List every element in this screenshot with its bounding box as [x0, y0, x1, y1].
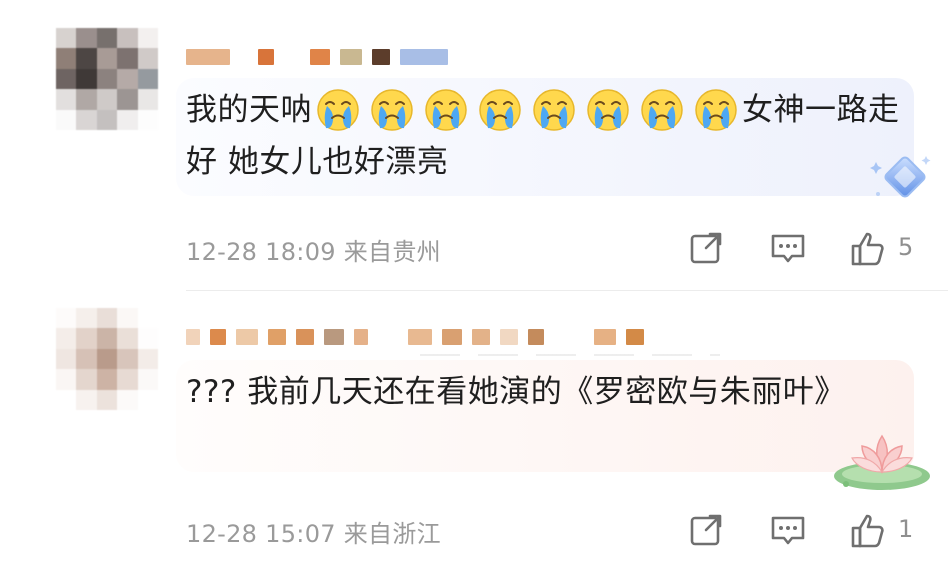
comment-actions: 5 [686, 228, 926, 268]
comment-meta: 12-28 15:07 来自浙江 [186, 520, 441, 548]
username-pixelated[interactable] [186, 328, 644, 346]
comment-icon[interactable] [768, 228, 808, 268]
avatar[interactable] [56, 308, 158, 410]
crying-face-icon [695, 88, 737, 131]
crying-face-icon [587, 88, 629, 131]
crying-face-icon [479, 88, 521, 131]
comment-actions: 1 [686, 510, 926, 550]
avatar[interactable] [56, 28, 158, 130]
comment-text-start: 我的天呐 [186, 92, 312, 128]
crying-face-icon [533, 88, 575, 131]
thumbs-up-icon[interactable] [848, 510, 888, 550]
crying-face-icon [425, 88, 467, 131]
share-icon[interactable] [686, 228, 726, 268]
username-pixelated[interactable] [186, 48, 448, 66]
crying-face-icon [641, 88, 683, 131]
comment-text: 我的天呐 女神一路走好 她女儿也好漂亮 [186, 84, 916, 188]
comment-item-1: 我的天呐 女神一路走好 她女儿也好漂亮 12-28 18:09 来自贵州 5 [0, 0, 948, 290]
crying-face-icon [317, 88, 359, 131]
comment-meta: 12-28 18:09 来自贵州 [186, 238, 441, 266]
comment-item-2: ??? 我前几天还在看她演的《罗密欧与朱丽叶》 12-28 15:07 来自浙江… [0, 290, 948, 576]
like-count: 5 [898, 233, 914, 261]
thumbs-up-icon[interactable] [848, 228, 888, 268]
text-selection-mark [420, 354, 720, 356]
comment-icon[interactable] [768, 510, 808, 550]
like-count: 1 [898, 515, 914, 543]
comment-text: ??? 我前几天还在看她演的《罗密欧与朱丽叶》 [186, 374, 846, 410]
share-icon[interactable] [686, 510, 726, 550]
blue-diamond-icon [870, 156, 931, 198]
emoji-row [314, 86, 740, 134]
lotus-icon [834, 434, 930, 490]
crying-face-icon [371, 88, 413, 131]
